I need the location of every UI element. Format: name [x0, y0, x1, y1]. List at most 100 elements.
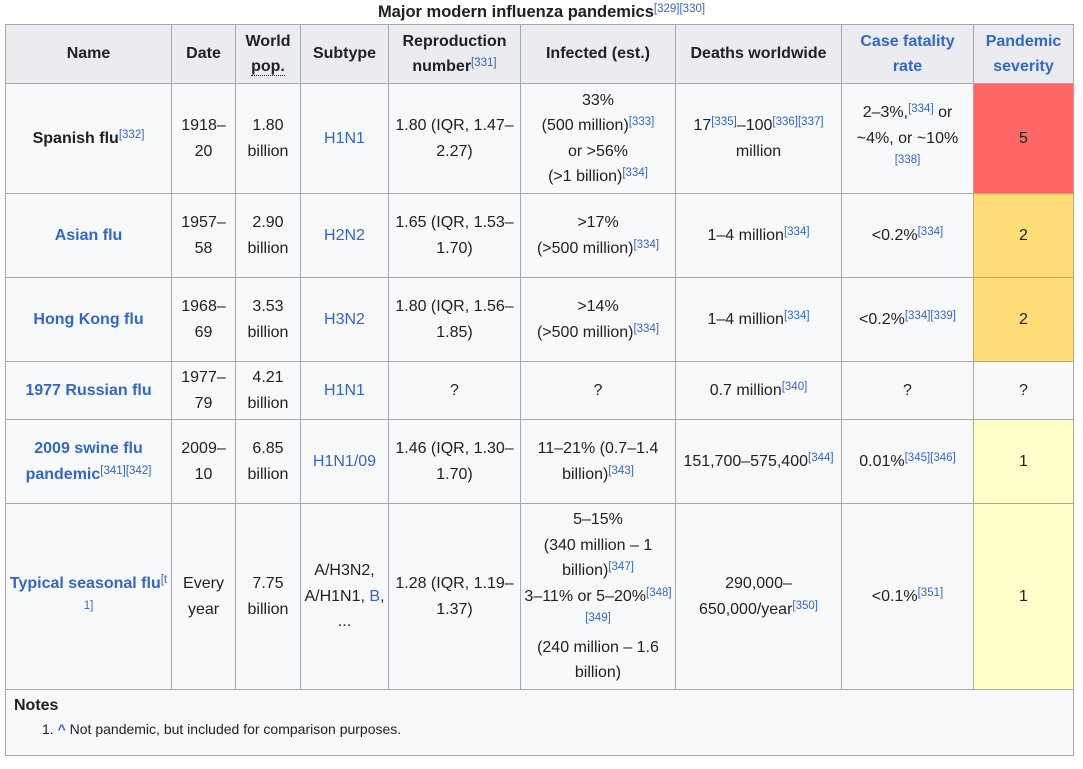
citation[interactable]: [334]	[918, 226, 944, 238]
row-name-link[interactable]: Asian flu	[55, 227, 123, 244]
header-infected[interactable]: Infected (est.)	[520, 24, 676, 84]
row-name[interactable]: Asian flu	[5, 193, 172, 278]
row-date: 1957–58	[171, 193, 236, 278]
citation[interactable]: [334]	[633, 323, 659, 335]
header-row: Name Date World pop. Subtype Reproduction…	[5, 24, 1074, 84]
citation[interactable]: [351]	[918, 587, 944, 599]
deaths-text: 290,000–650,000/year	[699, 575, 793, 618]
row-deaths: 0.7 million[340]	[675, 361, 842, 420]
cfr-text: 2–3%,	[862, 104, 909, 122]
row-deaths: 17[335]–100[336][337] million	[675, 83, 842, 194]
cfr-text: 0.01%	[859, 452, 905, 470]
table-row: Hong Kong flu 1968–69 3.53 billion H3N2 …	[5, 277, 1074, 362]
row-deaths: 290,000–650,000/year[350]	[675, 503, 842, 690]
table-row: 1977 Russian flu 1977–79 4.21 billion H1…	[5, 361, 1074, 420]
header-cfr-link[interactable]: Case fatality rate	[841, 24, 974, 84]
citation[interactable]: [334][339]	[905, 310, 956, 322]
citation[interactable]: [350]	[792, 600, 818, 612]
row-name[interactable]: 1977 Russian flu	[5, 361, 172, 420]
citation[interactable]: [333]	[629, 116, 655, 128]
citation[interactable]: [336][337]	[772, 116, 823, 128]
severity-badge: 1	[973, 503, 1074, 690]
note-text: Not pandemic, but included for compariso…	[69, 721, 402, 737]
row-name-link[interactable]: Typical seasonal flu	[10, 575, 161, 592]
row-deaths: 1–4 million[334]	[675, 277, 842, 362]
citation[interactable]: [347]	[608, 561, 634, 574]
row-date: Every year	[171, 503, 236, 690]
severity-badge: 1	[973, 419, 1074, 504]
row-name-text: Spanish flu	[32, 129, 119, 147]
infected-text: (240 million – 1.6 billion)	[537, 638, 659, 682]
row-subtype[interactable]: H1N1	[300, 83, 389, 194]
row-name[interactable]: Hong Kong flu	[5, 277, 172, 362]
pandemics-table: Name Date World pop. Subtype Reproduction…	[5, 24, 1074, 756]
subtype-link[interactable]: H2N2	[324, 227, 365, 244]
subtype-link[interactable]: H1N1/09	[313, 453, 376, 470]
row-name-link[interactable]: 1977 Russian flu	[25, 382, 151, 399]
citation[interactable]: [338]	[895, 154, 921, 167]
row-subtype: A/H3N2, A/H1N1, B, ...	[300, 503, 389, 690]
citation[interactable]: [334]	[622, 167, 648, 179]
subtype-link-b[interactable]: B	[369, 588, 380, 605]
row-name[interactable]: 2009 swine flu pandemic[341][342]	[5, 419, 172, 504]
cfr-text: <0.1%	[871, 587, 918, 605]
row-subtype[interactable]: H2N2	[300, 193, 389, 278]
citation[interactable]: [334]	[784, 310, 810, 322]
header-date[interactable]: Date	[171, 24, 236, 84]
subtype-link[interactable]: H1N1	[324, 382, 365, 399]
citation[interactable]: [343]	[608, 465, 634, 477]
row-date: 1968–69	[171, 277, 236, 362]
header-subtype[interactable]: Subtype	[300, 24, 389, 84]
citation[interactable]: [341][342]	[100, 465, 151, 477]
deaths-text: 1–4 million	[707, 310, 784, 328]
table-row: Typical seasonal flu[t 1] Every year 7.7…	[5, 503, 1074, 690]
row-date: 2009–10	[171, 419, 236, 504]
header-reproduction[interactable]: Reproduction number[331]	[388, 24, 521, 84]
header-reproduction-ref[interactable]: [331]	[471, 57, 497, 69]
subtype-link[interactable]: H1N1	[324, 130, 365, 147]
subtype-link[interactable]: H3N2	[324, 311, 365, 328]
deaths-text: 17	[693, 117, 712, 134]
header-deaths[interactable]: Deaths worldwide	[675, 24, 842, 84]
row-deaths: 151,700–575,400[344]	[675, 419, 842, 504]
citation[interactable]: [334]	[908, 103, 934, 116]
notes-title: Notes	[14, 697, 59, 714]
row-r0: 1.65 (IQR, 1.53–1.70)	[388, 193, 521, 278]
subtype-text: A/H3N2, A/H1N1,	[304, 562, 375, 605]
row-cfr: 0.01%[345][346]	[841, 419, 974, 504]
row-infected: 5–15% (340 million – 1 billion)[347] 3–11%…	[520, 503, 676, 690]
citation[interactable]: [334]	[784, 226, 810, 238]
row-subtype[interactable]: H1N1	[300, 361, 389, 420]
citation[interactable]: [335]	[711, 116, 737, 128]
row-pop: 6.85 billion	[235, 419, 301, 504]
row-subtype[interactable]: H1N1/09	[300, 419, 389, 504]
row-deaths: 1–4 million[334]	[675, 193, 842, 278]
row-r0: 1.28 (IQR, 1.19–1.37)	[388, 503, 521, 690]
severity-badge: 2	[973, 193, 1074, 278]
row-pop: 7.75 billion	[235, 503, 301, 690]
row-subtype[interactable]: H3N2	[300, 277, 389, 362]
deaths-text: 0.7 million	[709, 381, 782, 399]
infected-text: (340 million – 1 billion)	[543, 536, 653, 580]
citation[interactable]: [340]	[782, 381, 808, 393]
row-name-link[interactable]: Hong Kong flu	[33, 311, 143, 328]
header-name[interactable]: Name	[5, 24, 172, 84]
row-infected: 33% (500 million)[333] or >56% (>1 billion)…	[520, 83, 676, 194]
caption-refs[interactable]: [329][330]	[654, 3, 705, 15]
header-severity-link[interactable]: Pandemic severity	[973, 24, 1074, 84]
row-name[interactable]: Typical seasonal flu[t 1]	[5, 503, 172, 690]
citation[interactable]: [334]	[633, 239, 659, 251]
citation[interactable]: [345][346]	[905, 452, 956, 464]
deaths-text: 1–4 million	[707, 226, 784, 244]
infected-text: >17%	[577, 214, 619, 231]
infected-text: or >56%	[567, 142, 629, 160]
infected-text: (>1 billion)	[548, 168, 623, 185]
citation[interactable]: [344]	[808, 452, 834, 464]
note-backlink[interactable]: ^	[58, 721, 66, 737]
header-world-pop[interactable]: World pop.	[235, 24, 301, 84]
citation[interactable]: [332]	[119, 129, 145, 141]
row-infected: ?	[520, 361, 676, 420]
row-r0: 1.80 (IQR, 1.47–2.27)	[388, 83, 521, 194]
row-date: 1977–79	[171, 361, 236, 420]
table-row: 2009 swine flu pandemic[341][342] 2009–1…	[5, 419, 1074, 504]
